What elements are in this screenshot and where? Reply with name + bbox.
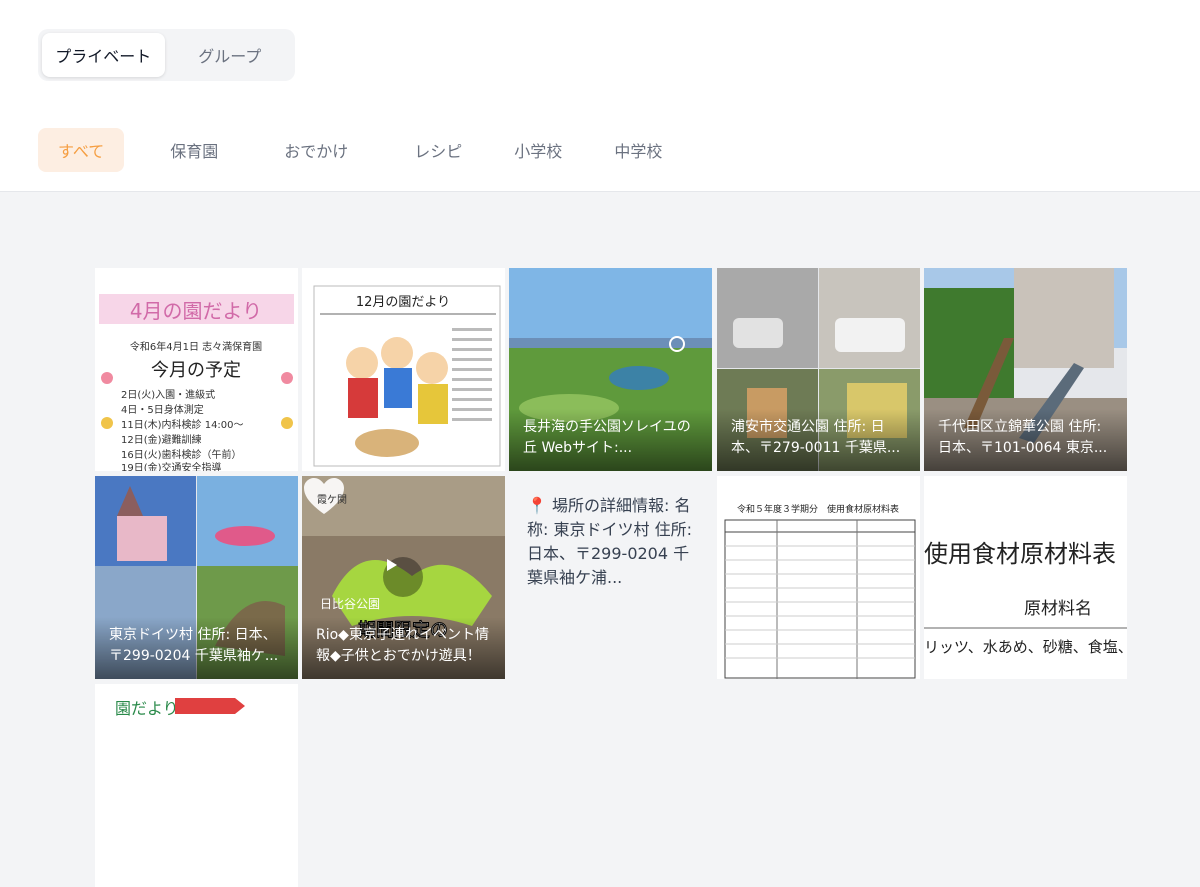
svg-text:使用食材原材料表: 使用食材原材料表 — [924, 540, 1116, 568]
tile-9-image: 令和５年度３学期分 使用食材原材料表 — [717, 476, 920, 679]
svg-text:4日・5日身体測定: 4日・5日身体測定 — [121, 403, 204, 416]
grid-tile[interactable]: 東京ドイツ村 住所: 日本、〒299-0204 千葉県袖ケ... — [95, 476, 298, 679]
category-tabs: すべて 保育園 おでかけ レシピ 小学校 中学校 — [38, 128, 694, 172]
svg-text:16日(火)歯科検診（午前）: 16日(火)歯科検診（午前） — [121, 448, 242, 461]
tile-caption: 長井海の手公園ソレイユの丘 Webサイト:... — [509, 409, 712, 471]
tile-11-image: 園だより — [95, 684, 298, 887]
segment-group[interactable]: グループ — [169, 33, 292, 77]
tile-10-image: 使用食材原材料表 原材料名 リッツ、水あめ、砂糖、食塩、 — [924, 476, 1127, 679]
svg-text:原材料名: 原材料名 — [1024, 599, 1092, 619]
tile-caption: 浦安市交通公園 住所: 日本、〒279-0011 千葉県... — [717, 409, 920, 471]
scope-segmented-control: プライベート グループ — [38, 29, 295, 81]
svg-text:12月の園だより: 12月の園だより — [356, 295, 450, 310]
tile-caption: Rio◆東京子連れイベント情報◆子供とおでかけ遊具！ — [302, 617, 505, 679]
svg-text:11日(木)内科検診 14:00〜: 11日(木)内科検診 14:00〜 — [121, 418, 244, 431]
grid-tile[interactable]: 期間限定の 日比谷公園 霞ケ関 Rio◆東京子連れイベント情報◆子供とおでかけ遊… — [302, 476, 505, 679]
grid-tile[interactable]: 令和５年度３学期分 使用食材原材料表 — [717, 476, 920, 679]
tile-badge-label: 霞ケ関 — [317, 495, 347, 506]
svg-text:令和6年4月1日 志々満保育園: 令和6年4月1日 志々満保育園 — [130, 340, 262, 353]
svg-text:令和５年度３学期分 使用食材原材料表: 令和５年度３学期分 使用食材原材料表 — [737, 503, 899, 515]
tile-1-image: 4月の園だより 令和6年4月1日 志々満保育園 今月の予定 2日(火)入園・進級… — [95, 268, 298, 471]
grid-tile[interactable]: 📍 場所の詳細情報: 名称: 東京ドイツ村 住所: 日本、〒299-0204 千… — [509, 476, 712, 679]
tab-outing[interactable]: おでかけ — [264, 128, 368, 172]
svg-text:リッツ、水あめ、砂糖、食塩、: リッツ、水あめ、砂糖、食塩、 — [924, 638, 1127, 656]
svg-text:12日(金)避難訓練: 12日(金)避難訓練 — [121, 433, 202, 446]
tile-caption: 東京ドイツ村 住所: 日本、〒299-0204 千葉県袖ケ... — [95, 617, 298, 679]
grid-tile[interactable]: 浦安市交通公園 住所: 日本、〒279-0011 千葉県... — [717, 268, 920, 471]
tab-all[interactable]: すべて — [38, 128, 125, 172]
grid-tile[interactable]: 12月の園だより — [302, 268, 505, 471]
tab-elementary[interactable]: 小学校 — [494, 128, 582, 172]
svg-text:日比谷公園: 日比谷公園 — [320, 597, 380, 611]
svg-text:19日(金)交通安全指導: 19日(金)交通安全指導 — [121, 461, 222, 471]
grid-tile[interactable]: 長井海の手公園ソレイユの丘 Webサイト:... — [509, 268, 712, 471]
play-icon[interactable] — [383, 557, 423, 597]
grid-tile[interactable]: 千代田区立錦華公園 住所: 日本、〒101-0064 東京... — [924, 268, 1127, 471]
svg-text:4月の園だより: 4月の園だより — [130, 299, 262, 323]
grid-tile[interactable]: 4月の園だより 令和6年4月1日 志々満保育園 今月の予定 2日(火)入園・進級… — [95, 268, 298, 471]
grid-tile[interactable]: 使用食材原材料表 原材料名 リッツ、水あめ、砂糖、食塩、 — [924, 476, 1127, 679]
tab-nursery[interactable]: 保育園 — [150, 128, 238, 172]
tile-text-body: 📍 場所の詳細情報: 名称: 東京ドイツ村 住所: 日本、〒299-0204 千… — [527, 496, 692, 587]
tab-junior-high[interactable]: 中学校 — [594, 128, 682, 172]
grid-tile[interactable]: 園だより — [95, 684, 298, 887]
svg-text:園だより: 園だより — [115, 699, 179, 718]
segment-private[interactable]: プライベート — [42, 33, 165, 77]
tab-recipe[interactable]: レシピ — [394, 128, 482, 172]
svg-text:2日(火)入園・進級式: 2日(火)入園・進級式 — [121, 388, 215, 401]
svg-text:今月の予定: 今月の予定 — [151, 360, 241, 381]
header: プライベート グループ すべて 保育園 おでかけ レシピ 小学校 中学校 — [0, 0, 1200, 192]
tile-caption: 千代田区立錦華公園 住所: 日本、〒101-0064 東京... — [924, 409, 1127, 471]
tile-2-image: 12月の園だより — [302, 268, 505, 471]
